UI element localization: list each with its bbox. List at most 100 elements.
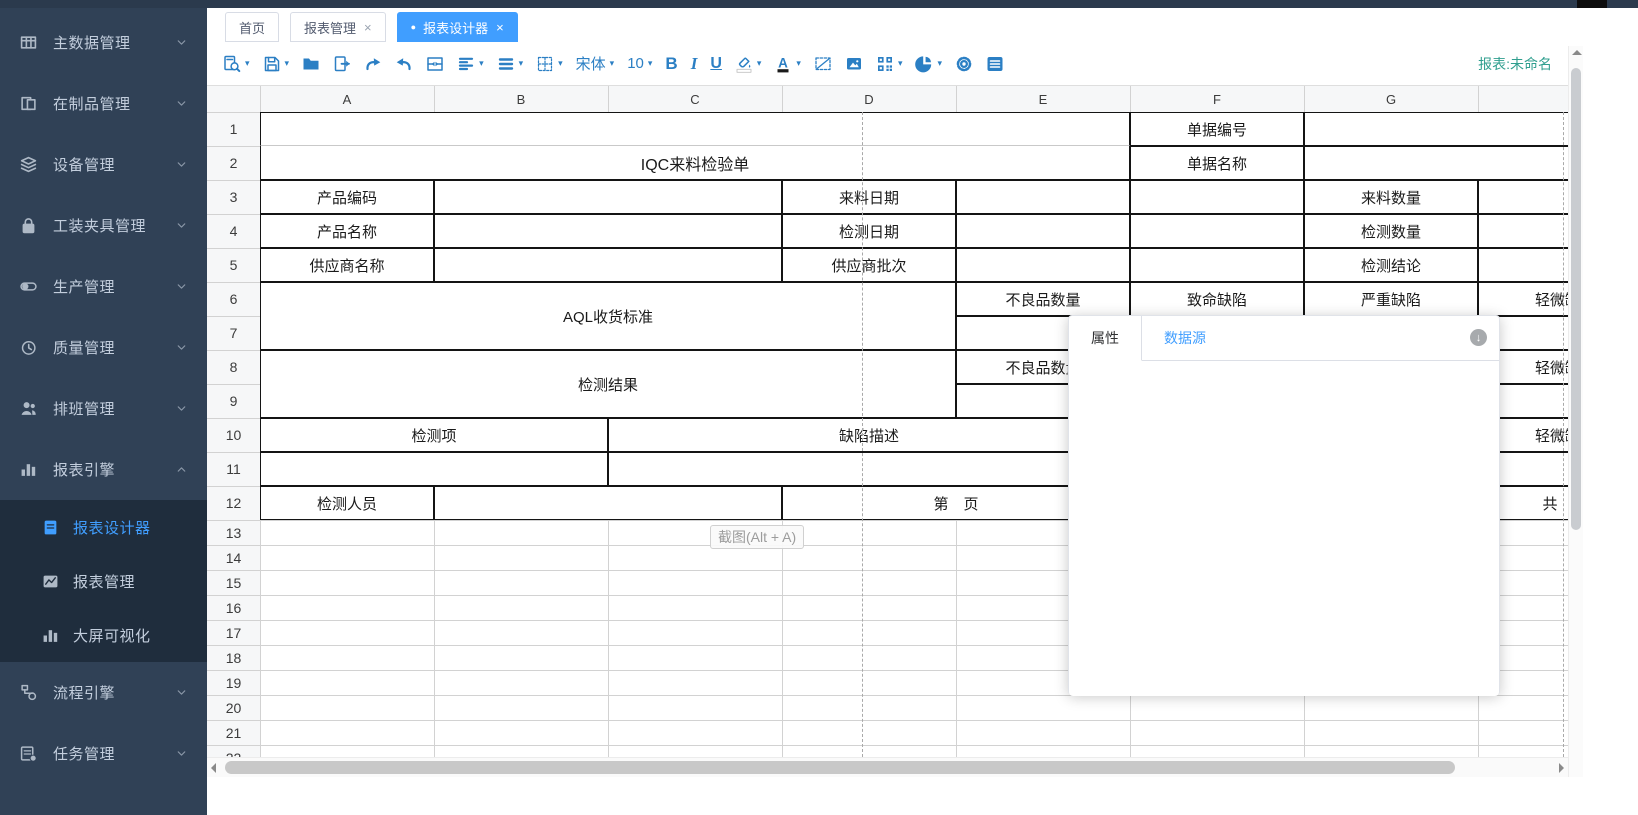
- column-header-E[interactable]: E: [956, 86, 1130, 112]
- form-cell-r5c8[interactable]: [1478, 248, 1568, 282]
- column-header-F[interactable]: F: [1130, 86, 1304, 112]
- chart-button[interactable]: ▾: [909, 52, 948, 76]
- fill-color-button[interactable]: ▾: [729, 52, 768, 76]
- scroll-right-icon[interactable]: [1559, 763, 1564, 773]
- close-icon[interactable]: ×: [364, 21, 372, 34]
- vertical-scroll-thumb[interactable]: [1571, 68, 1581, 530]
- undo-button[interactable]: [389, 52, 419, 76]
- form-cell-r5c1[interactable]: 供应商名称: [260, 248, 434, 282]
- panel-collapse-button[interactable]: ↓: [1470, 329, 1487, 346]
- tab-0[interactable]: 首页: [225, 12, 279, 42]
- form-cell-r6c1[interactable]: AQL收货标准: [260, 282, 956, 350]
- form-cell-r12c2[interactable]: [434, 486, 782, 520]
- row-header-3[interactable]: 3: [207, 180, 260, 214]
- open-button[interactable]: [296, 52, 326, 76]
- sidebar-item-7[interactable]: 报表引擎: [0, 439, 207, 500]
- insert-image-button[interactable]: [839, 52, 869, 76]
- merge-cells-button[interactable]: [420, 52, 450, 76]
- sidebar-item-1[interactable]: 在制品管理: [0, 73, 207, 134]
- form-cell-r6c7[interactable]: 严重缺陷: [1304, 282, 1478, 316]
- row-header-9[interactable]: 9: [207, 384, 260, 418]
- row-header-18[interactable]: 18: [207, 645, 260, 670]
- form-cell-r3c7[interactable]: 来料数量: [1304, 180, 1478, 214]
- form-cell-r1c1[interactable]: [260, 112, 1130, 146]
- form-cell-r2c7[interactable]: [1304, 146, 1568, 180]
- row-header-7[interactable]: 7: [207, 316, 260, 350]
- form-cell-r5c5[interactable]: [956, 248, 1130, 282]
- row-header-6[interactable]: 6: [207, 282, 260, 316]
- horizontal-scroll-thumb[interactable]: [225, 761, 1455, 774]
- row-header-10[interactable]: 10: [207, 418, 260, 452]
- preview-button[interactable]: ▾: [217, 52, 256, 76]
- form-cell-r12c1[interactable]: 检测人员: [260, 486, 434, 520]
- column-header-B[interactable]: B: [434, 86, 608, 112]
- tab-1[interactable]: 报表管理×: [290, 12, 386, 42]
- borders-button[interactable]: ▾: [530, 52, 569, 76]
- form-cell-r4c2[interactable]: [434, 214, 782, 248]
- form-cell-r3c4[interactable]: 来料日期: [782, 180, 956, 214]
- italic-button[interactable]: I: [685, 51, 704, 77]
- qrcode-button[interactable]: ▾: [870, 52, 909, 76]
- form-cell-r2c1[interactable]: IQC来料检验单: [260, 146, 1130, 180]
- sidebar-item-8[interactable]: 流程引擎: [0, 662, 207, 723]
- export-button[interactable]: [327, 52, 357, 76]
- form-cell-r6c8[interactable]: 轻微缺陷: [1478, 282, 1568, 316]
- horizontal-scrollbar[interactable]: [207, 757, 1568, 777]
- sidebar-item-0[interactable]: 主数据管理: [0, 12, 207, 73]
- form-cell-r4c4[interactable]: 检测日期: [782, 214, 956, 248]
- line-height-button[interactable]: ▾: [491, 52, 530, 76]
- close-icon[interactable]: ×: [496, 21, 504, 34]
- form-cell-r4c7[interactable]: 检测数量: [1304, 214, 1478, 248]
- panel-tab-1[interactable]: 数据源: [1142, 316, 1228, 360]
- row-header-17[interactable]: 17: [207, 620, 260, 645]
- sidebar-item-6[interactable]: 排班管理: [0, 378, 207, 439]
- form-cell-r4c1[interactable]: 产品名称: [260, 214, 434, 248]
- row-header-11[interactable]: 11: [207, 452, 260, 486]
- font-color-button[interactable]: A▾: [768, 52, 807, 76]
- row-header-14[interactable]: 14: [207, 545, 260, 570]
- form-cell-r10c3[interactable]: 缺陷描述: [608, 418, 1130, 452]
- save-button[interactable]: ▾: [257, 52, 296, 76]
- form-cell-r5c4[interactable]: 供应商批次: [782, 248, 956, 282]
- form-cell-r3c5[interactable]: [956, 180, 1130, 214]
- row-header-8[interactable]: 8: [207, 350, 260, 384]
- column-header-D[interactable]: D: [782, 86, 956, 112]
- sidebar-item-5[interactable]: 质量管理: [0, 317, 207, 378]
- row-header-2[interactable]: 2: [207, 146, 260, 180]
- align-button[interactable]: ▾: [451, 52, 490, 76]
- form-cell-r10c1[interactable]: 检测项: [260, 418, 608, 452]
- scroll-left-icon[interactable]: [211, 763, 216, 773]
- sheet-corner[interactable]: [207, 86, 260, 112]
- form-cell-r6c6[interactable]: 致命缺陷: [1130, 282, 1304, 316]
- row-header-5[interactable]: 5: [207, 248, 260, 282]
- row-header-12[interactable]: 12: [207, 486, 260, 520]
- form-cell-r4c8[interactable]: [1478, 214, 1568, 248]
- row-header-16[interactable]: 16: [207, 595, 260, 620]
- sidebar-item-9[interactable]: 任务管理: [0, 723, 207, 784]
- redo-button[interactable]: [358, 52, 388, 76]
- bold-button[interactable]: B: [659, 51, 683, 77]
- form-cell-r1c7[interactable]: [1304, 112, 1568, 146]
- form-cell-r5c7[interactable]: 检测结论: [1304, 248, 1478, 282]
- font-family-button[interactable]: 宋体▾: [570, 50, 621, 77]
- form-cell-r3c1[interactable]: 产品编码: [260, 180, 434, 214]
- form-cell-r4c5[interactable]: [956, 214, 1130, 248]
- column-header-A[interactable]: A: [260, 86, 434, 112]
- row-header-22[interactable]: 22: [207, 745, 260, 757]
- column-header-h[interactable]: [1478, 86, 1568, 112]
- sidebar-item-3[interactable]: 工装夹具管理: [0, 195, 207, 256]
- row-header-1[interactable]: 1: [207, 112, 260, 146]
- sidebar-subitem-0[interactable]: 报表设计器: [0, 500, 207, 554]
- sidebar-item-4[interactable]: 生产管理: [0, 256, 207, 317]
- form-cell-r3c8[interactable]: [1478, 180, 1568, 214]
- scroll-up-icon[interactable]: [1572, 50, 1582, 55]
- tab-2[interactable]: ●报表设计器×: [397, 12, 518, 42]
- form-cell-r5c2[interactable]: [434, 248, 782, 282]
- row-header-19[interactable]: 19: [207, 670, 260, 695]
- form-cell-r5c6[interactable]: [1130, 248, 1304, 282]
- row-header-15[interactable]: 15: [207, 570, 260, 595]
- sidebar-subitem-1[interactable]: 报表管理: [0, 554, 207, 608]
- form-cell-r4c6[interactable]: [1130, 214, 1304, 248]
- remove-image-button[interactable]: [808, 52, 838, 76]
- row-header-13[interactable]: 13: [207, 520, 260, 545]
